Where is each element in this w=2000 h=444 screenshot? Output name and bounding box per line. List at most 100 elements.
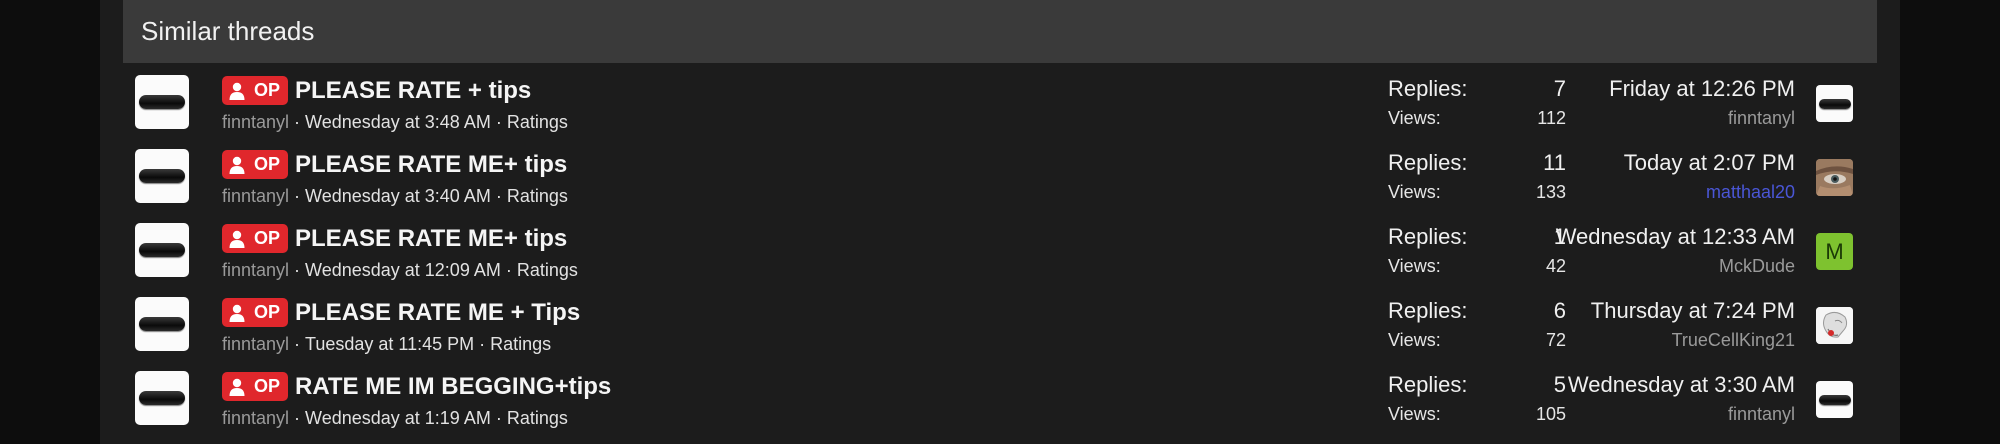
replies-count: 5 bbox=[1553, 372, 1566, 397]
views-label: Views: bbox=[1388, 330, 1441, 350]
last-poster-link[interactable]: matthaal20 bbox=[1624, 182, 1795, 203]
thread-forum-link[interactable]: Ratings bbox=[517, 260, 578, 280]
thread-row[interactable]: OP PLEASE RATE ME + Tips finntanyl · Tuesd… bbox=[123, 288, 1877, 362]
views-count: 133 bbox=[1535, 182, 1566, 202]
replies-count: 11 bbox=[1543, 150, 1566, 175]
thread-row[interactable]: OP PLEASE RATE ME+ tips finntanyl · Wednes… bbox=[123, 140, 1877, 214]
last-poster-avatar[interactable] bbox=[1816, 381, 1853, 418]
op-badge-label: OP bbox=[254, 80, 281, 100]
thread-row[interactable]: OP PLEASE RATE + tips finntanyl · Wednesda… bbox=[123, 66, 1877, 140]
block-title: Similar threads bbox=[141, 16, 315, 46]
last-poster-avatar[interactable] bbox=[1816, 159, 1853, 196]
views-label: Views: bbox=[1388, 404, 1441, 424]
last-poster-avatar[interactable]: M bbox=[1816, 233, 1853, 270]
thread-start-date[interactable]: Wednesday at 3:40 AM bbox=[305, 186, 491, 206]
last-post-date[interactable]: Friday at 12:26 PM bbox=[1609, 76, 1795, 105]
views-label: Views: bbox=[1388, 182, 1441, 202]
op-badge: OP bbox=[222, 150, 289, 179]
thread-author-link[interactable]: finntanyl bbox=[222, 334, 289, 354]
last-post: Friday at 12:26 PM finntanyl bbox=[1609, 76, 1795, 129]
op-badge: OP bbox=[222, 224, 289, 253]
thread-stats: Replies: 5 Views: 105 bbox=[1388, 372, 1566, 425]
thread-author-link[interactable]: finntanyl bbox=[222, 260, 289, 280]
replies-count: 7 bbox=[1553, 76, 1566, 101]
thread-forum-link[interactable]: Ratings bbox=[507, 112, 568, 132]
last-poster-link[interactable]: TrueCellKing21 bbox=[1591, 330, 1795, 351]
thread-stats: Replies: 7 Views: 112 bbox=[1388, 76, 1566, 129]
views-label: Views: bbox=[1388, 108, 1441, 128]
thread-title-link[interactable]: RATE ME IM BEGGING+tips bbox=[295, 373, 611, 401]
op-badge-label: OP bbox=[254, 302, 281, 322]
avatar-pill-image bbox=[1818, 98, 1851, 109]
avatar-pill-image bbox=[1818, 394, 1851, 405]
avatar-pill-image bbox=[139, 95, 185, 109]
last-poster-link[interactable]: finntanyl bbox=[1609, 108, 1795, 129]
thread-starter-avatar[interactable] bbox=[135, 371, 189, 425]
user-icon bbox=[229, 156, 245, 174]
last-post-date[interactable]: Wednesday at 12:33 AM bbox=[1556, 224, 1795, 253]
thread-author-link[interactable]: finntanyl bbox=[222, 186, 289, 206]
views-count: 105 bbox=[1535, 404, 1566, 424]
avatar-pill-image bbox=[139, 169, 185, 183]
thread-forum-link[interactable]: Ratings bbox=[507, 186, 568, 206]
last-poster-link[interactable]: MckDude bbox=[1556, 256, 1795, 277]
thread-title-link[interactable]: PLEASE RATE ME + Tips bbox=[295, 299, 580, 327]
similar-threads-panel: Similar threads OP PLEASE RATE + tips fi… bbox=[100, 0, 1900, 444]
views-label: Views: bbox=[1388, 256, 1441, 276]
op-badge-label: OP bbox=[254, 228, 281, 248]
last-post: Thursday at 7:24 PM TrueCellKing21 bbox=[1591, 298, 1795, 351]
thread-start-date[interactable]: Wednesday at 3:48 AM bbox=[305, 112, 491, 132]
thread-title-link[interactable]: PLEASE RATE + tips bbox=[295, 77, 531, 105]
thread-start-date[interactable]: Tuesday at 11:45 PM bbox=[305, 334, 474, 354]
op-badge: OP bbox=[222, 76, 289, 105]
views-count: 72 bbox=[1545, 330, 1566, 350]
thread-row[interactable]: OP RATE ME IM BEGGING+tips finntanyl · Wed… bbox=[123, 362, 1877, 436]
thread-meta: finntanyl · Wednesday at 1:19 AM · Ratings bbox=[222, 408, 568, 428]
last-poster-avatar[interactable] bbox=[1816, 307, 1853, 344]
thread-title-line: OP PLEASE RATE ME+ tips bbox=[222, 224, 567, 253]
last-post-date[interactable]: Today at 2:07 PM bbox=[1624, 150, 1795, 179]
thread-meta: finntanyl · Wednesday at 3:48 AM · Ratings bbox=[222, 112, 568, 132]
last-post-date[interactable]: Wednesday at 3:30 AM bbox=[1568, 372, 1795, 401]
thread-title-line: OP PLEASE RATE ME+ tips bbox=[222, 150, 567, 179]
thread-title-line: OP PLEASE RATE ME + Tips bbox=[222, 298, 580, 327]
views-count: 112 bbox=[1537, 108, 1566, 128]
user-icon bbox=[229, 82, 245, 100]
thread-title-link[interactable]: PLEASE RATE ME+ tips bbox=[295, 151, 567, 179]
op-badge-label: OP bbox=[254, 154, 281, 174]
last-post: Wednesday at 3:30 AM finntanyl bbox=[1568, 372, 1795, 425]
avatar-pill-image bbox=[139, 243, 185, 257]
skull-image-icon bbox=[1816, 307, 1853, 344]
avatar-pill-image bbox=[139, 391, 185, 405]
thread-title-link[interactable]: PLEASE RATE ME+ tips bbox=[295, 225, 567, 253]
thread-author-link[interactable]: finntanyl bbox=[222, 408, 289, 428]
last-poster-avatar[interactable] bbox=[1816, 85, 1853, 122]
thread-title-line: OP RATE ME IM BEGGING+tips bbox=[222, 372, 611, 401]
thread-forum-link[interactable]: Ratings bbox=[507, 408, 568, 428]
thread-row[interactable]: OP PLEASE RATE ME+ tips finntanyl · Wednes… bbox=[123, 214, 1877, 288]
last-post: Today at 2:07 PM matthaal20 bbox=[1624, 150, 1795, 203]
thread-starter-avatar[interactable] bbox=[135, 223, 189, 277]
thread-author-link[interactable]: finntanyl bbox=[222, 112, 289, 132]
eye-photo-icon bbox=[1816, 159, 1853, 196]
last-post: Wednesday at 12:33 AM MckDude bbox=[1556, 224, 1795, 277]
replies-label: Replies: bbox=[1388, 298, 1468, 323]
thread-forum-link[interactable]: Ratings bbox=[490, 334, 551, 354]
last-poster-link[interactable]: finntanyl bbox=[1568, 404, 1795, 425]
last-post-date[interactable]: Thursday at 7:24 PM bbox=[1591, 298, 1795, 327]
thread-starter-avatar[interactable] bbox=[135, 149, 189, 203]
thread-starter-avatar[interactable] bbox=[135, 297, 189, 351]
thread-meta: finntanyl · Wednesday at 3:40 AM · Ratings bbox=[222, 186, 568, 206]
replies-count: 6 bbox=[1553, 298, 1566, 323]
thread-start-date[interactable]: Wednesday at 1:19 AM bbox=[305, 408, 491, 428]
replies-label: Replies: bbox=[1388, 224, 1468, 249]
thread-starter-avatar[interactable] bbox=[135, 75, 189, 129]
user-icon bbox=[229, 378, 245, 396]
user-icon bbox=[229, 304, 245, 322]
replies-label: Replies: bbox=[1388, 372, 1468, 397]
op-badge: OP bbox=[222, 372, 289, 401]
thread-meta: finntanyl · Tuesday at 11:45 PM · Ratings bbox=[222, 334, 552, 354]
user-icon bbox=[229, 230, 245, 248]
thread-start-date[interactable]: Wednesday at 12:09 AM bbox=[305, 260, 501, 280]
thread-stats: Replies: 11 Views: 133 bbox=[1388, 150, 1566, 203]
